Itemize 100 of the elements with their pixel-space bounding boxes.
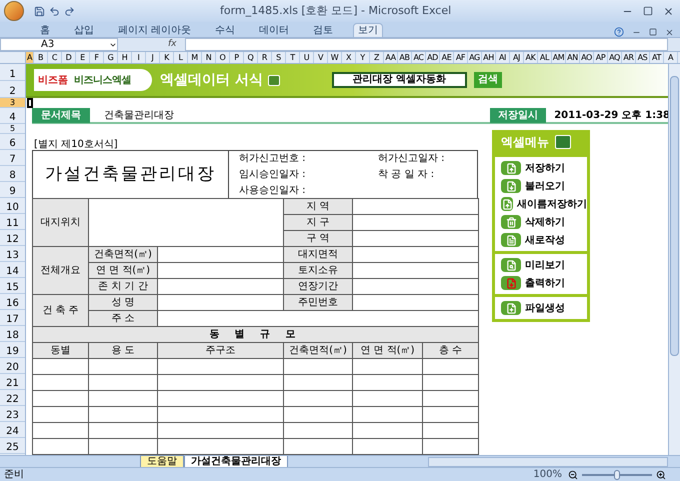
menu-item[interactable]: 삭제하기 [501,215,587,229]
redo-icon[interactable] [64,6,75,16]
row-header[interactable]: 11 [0,214,25,230]
help-icon[interactable] [614,27,624,37]
menu-item[interactable]: 파일생성 [501,301,587,315]
column-header[interactable]: AM [552,52,566,63]
column-header[interactable]: E [76,52,90,63]
ribbon-tab[interactable]: 데이터 [255,24,294,37]
column-header[interactable]: Y [356,52,370,63]
zoom-out-icon[interactable] [568,470,578,480]
row-header[interactable]: 23 [0,406,25,422]
horizontal-scrollbar[interactable] [428,456,668,466]
column-header[interactable]: K [160,52,174,63]
column-header[interactable]: AR [622,52,636,63]
column-header[interactable]: AO [580,52,594,63]
formula-field[interactable] [184,38,668,51]
column-header[interactable]: H [118,52,132,63]
column-header[interactable]: AT [650,52,664,63]
column-header[interactable]: AN [566,52,580,63]
column-header[interactable]: Z [370,52,384,63]
column-header[interactable]: L [174,52,188,63]
column-header[interactable]: AE [440,52,454,63]
column-header[interactable]: AA [384,52,398,63]
row-header[interactable]: 3 [0,98,25,108]
column-header[interactable]: AB [398,52,412,63]
row-header[interactable]: 24 [0,422,25,438]
row-header[interactable]: 19 [0,342,25,358]
row-header[interactable]: 17 [0,310,25,326]
row-header[interactable]: 22 [0,390,25,406]
row-header[interactable]: 8 [0,166,25,182]
column-header[interactable]: I [132,52,146,63]
row-header[interactable]: 14 [0,262,25,278]
menu-item[interactable]: 출력하기 [501,276,587,290]
ribbon-tab[interactable]: 삽입 [70,24,98,37]
column-header[interactable]: AL [538,52,552,63]
ribbon-tab[interactable]: 수식 [211,24,240,37]
column-header[interactable]: B [34,52,48,63]
column-header[interactable]: A [26,52,34,63]
row-header[interactable]: 4 [0,108,25,124]
zoom-in-icon[interactable] [656,470,666,480]
maximize-icon[interactable] [643,6,653,16]
column-header[interactable]: AG [468,52,482,63]
menu-item[interactable]: 새로작성 [501,233,587,247]
column-header[interactable]: AK [524,52,538,63]
column-header[interactable]: C [48,52,62,63]
close-icon[interactable] [663,6,674,16]
column-header[interactable]: AP [594,52,608,63]
office-button[interactable] [4,1,24,21]
column-header[interactable]: AF [454,52,468,63]
row-header[interactable]: 21 [0,374,25,390]
name-box[interactable]: A3 [0,38,118,51]
column-header[interactable]: AH [482,52,496,63]
sheet-tab[interactable]: 가설건축물관리대장 [184,456,288,468]
row-header[interactable]: 18 [0,326,25,342]
row-header[interactable]: 6 [0,134,25,150]
column-header[interactable]: J [146,52,160,63]
ribbon-tab[interactable]: 홈 [36,24,54,37]
zoom-slider-thumb[interactable] [614,470,620,480]
menu-item[interactable]: 새이름저장하기 [501,197,587,211]
column-header[interactable]: AJ [510,52,524,63]
ribbon-tab[interactable]: 보기 [353,23,384,37]
column-header[interactable]: AQ [608,52,622,63]
menu-item[interactable]: 불러오기 [501,179,587,193]
sheet-tab[interactable]: 도움말 [140,455,184,468]
restore-icon[interactable] [649,28,657,36]
menu-item[interactable]: 저장하기 [501,161,587,175]
column-header[interactable]: X [342,52,356,63]
column-header[interactable]: W [328,52,342,63]
row-header[interactable]: 9 [0,182,25,198]
row-header[interactable]: 10 [0,198,25,214]
row-header[interactable]: 1 [0,64,25,81]
row-header[interactable]: 15 [0,278,25,294]
column-header[interactable]: P [230,52,244,63]
column-header[interactable]: Q [244,52,258,63]
column-header[interactable]: D [62,52,76,63]
menu-item[interactable]: 미리보기 [501,258,587,272]
close-icon[interactable] [665,28,674,36]
column-header[interactable]: AC [412,52,426,63]
column-header[interactable]: G [104,52,118,63]
column-header[interactable]: O [216,52,230,63]
column-header[interactable]: S [272,52,286,63]
ribbon-tab[interactable]: 검토 [309,24,338,37]
row-header[interactable]: 7 [0,150,25,166]
save-icon[interactable] [34,6,45,16]
ribbon-tab[interactable]: 페이지 레이아웃 [114,24,196,37]
column-header[interactable]: F [90,52,104,63]
column-header[interactable]: AD [426,52,440,63]
vertical-scrollbar[interactable] [668,64,680,455]
column-header[interactable]: A [664,52,678,63]
column-header[interactable]: U [300,52,314,63]
column-header[interactable]: AI [496,52,510,63]
function-button[interactable]: fx [168,38,176,52]
undo-icon[interactable] [49,6,60,16]
column-header[interactable]: M [188,52,202,63]
row-header[interactable]: 20 [0,358,25,374]
row-header[interactable]: 13 [0,246,25,262]
row-header[interactable]: 12 [0,230,25,246]
column-header[interactable]: N [202,52,216,63]
search-field[interactable]: 관리대장 엑셀자동화 [332,72,467,88]
row-header[interactable]: 5 [0,124,25,134]
